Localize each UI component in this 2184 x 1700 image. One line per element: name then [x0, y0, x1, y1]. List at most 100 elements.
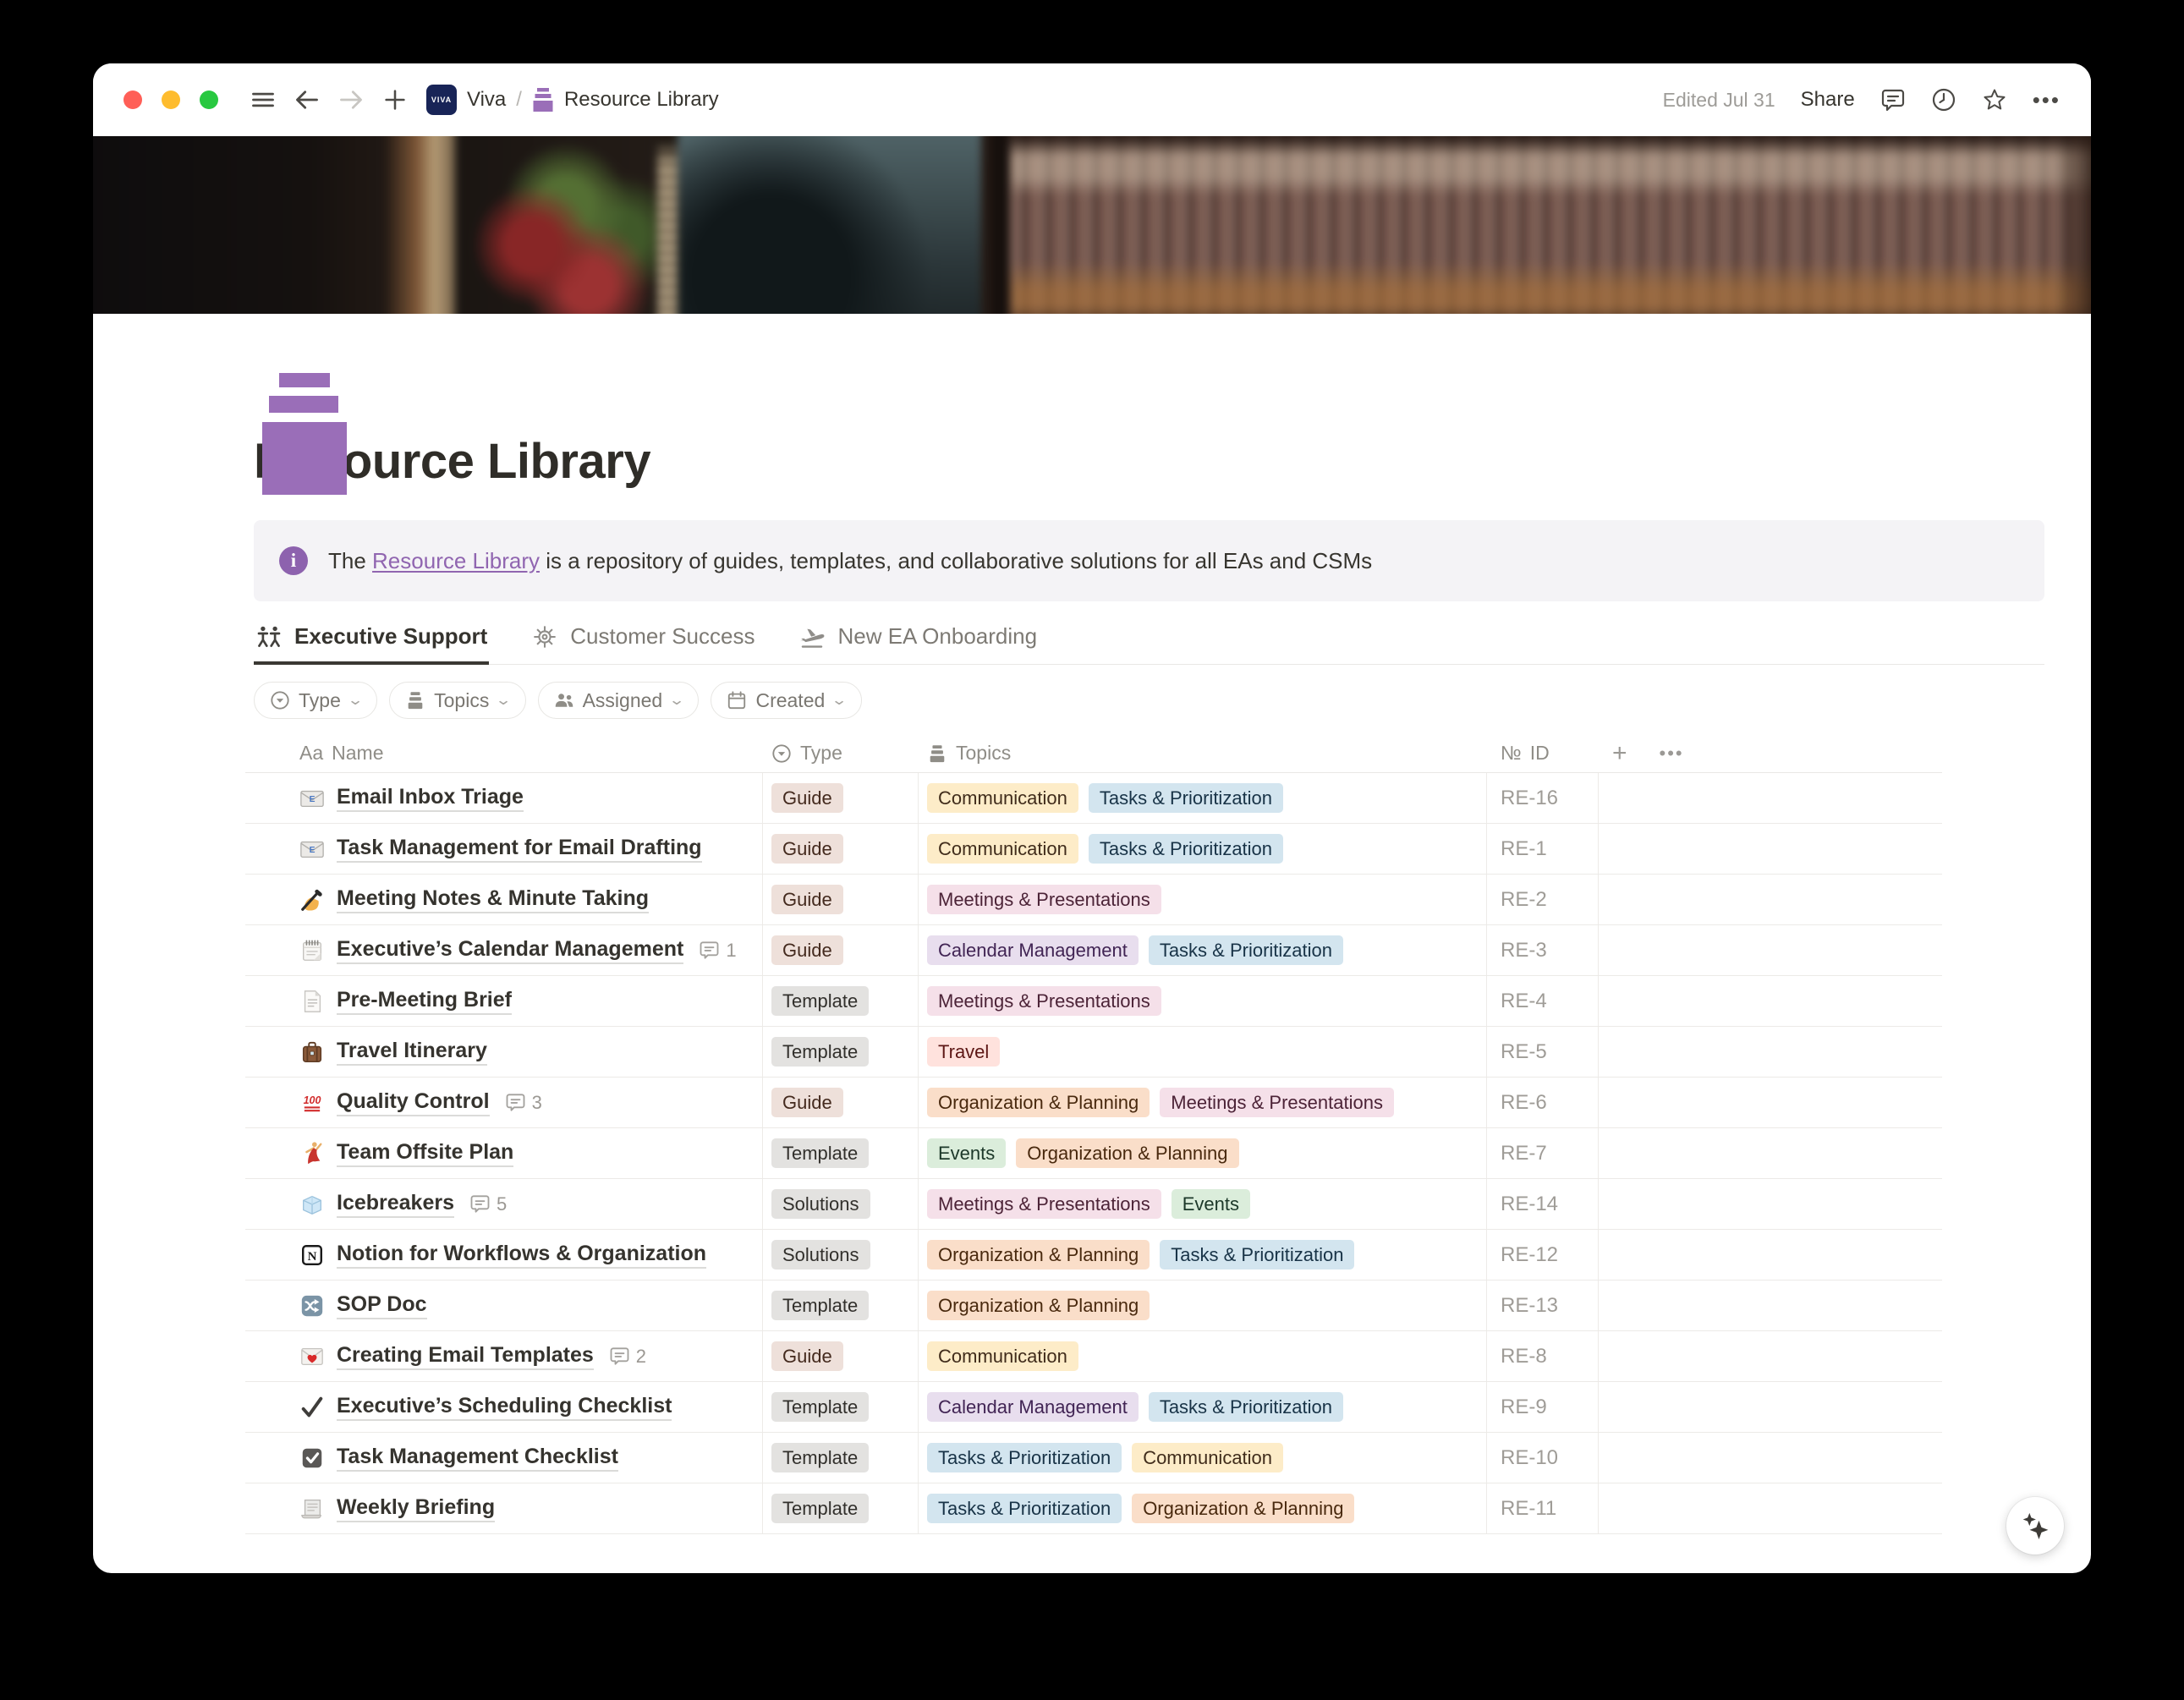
name-cell[interactable]: Task Management Checklist: [245, 1433, 763, 1483]
name-cell[interactable]: E Task Management for Email Drafting: [245, 824, 763, 874]
filter-assigned[interactable]: Assigned⌄: [538, 682, 700, 719]
topics-cell[interactable]: Tasks & PrioritizationOrganization & Pla…: [919, 1483, 1487, 1533]
name-cell[interactable]: Pre-Meeting Brief: [245, 976, 763, 1026]
breadcrumb-workspace[interactable]: Viva: [467, 88, 506, 112]
page-link[interactable]: Team Offsite Plan: [337, 1140, 513, 1167]
close-window-button[interactable]: [123, 90, 142, 109]
id-cell[interactable]: RE-3: [1487, 925, 1599, 975]
table-row[interactable]: Travel Itinerary Template Travel RE-5: [245, 1027, 1942, 1078]
page-link[interactable]: Pre-Meeting Brief: [337, 988, 512, 1015]
type-cell[interactable]: Guide: [763, 1331, 919, 1381]
name-cell[interactable]: Meeting Notes & Minute Taking: [245, 875, 763, 924]
type-cell[interactable]: Solutions: [763, 1179, 919, 1229]
ai-assistant-button[interactable]: [2006, 1497, 2064, 1555]
id-cell[interactable]: RE-9: [1487, 1382, 1599, 1432]
id-cell[interactable]: RE-10: [1487, 1433, 1599, 1483]
id-cell[interactable]: RE-6: [1487, 1078, 1599, 1127]
type-cell[interactable]: Template: [763, 1027, 919, 1077]
table-row[interactable]: 100 Quality Control 3 Guide Organization…: [245, 1078, 1942, 1128]
id-cell[interactable]: RE-13: [1487, 1280, 1599, 1330]
topics-cell[interactable]: Organization & PlanningTasks & Prioritiz…: [919, 1230, 1487, 1280]
name-cell[interactable]: Executive’s Scheduling Checklist: [245, 1382, 763, 1432]
table-row[interactable]: Creating Email Templates 2 Guide Communi…: [245, 1331, 1942, 1382]
column-header-name[interactable]: Aa Name: [245, 734, 763, 772]
page-link[interactable]: Executive’s Scheduling Checklist: [337, 1394, 672, 1421]
id-cell[interactable]: RE-12: [1487, 1230, 1599, 1280]
name-cell[interactable]: SOP Doc: [245, 1280, 763, 1330]
page-link[interactable]: Executive’s Calendar Management: [337, 937, 683, 964]
id-cell[interactable]: RE-1: [1487, 824, 1599, 874]
name-cell[interactable]: Travel Itinerary: [245, 1027, 763, 1077]
comment-count-badge[interactable]: 3: [505, 1092, 542, 1114]
name-cell[interactable]: Team Offsite Plan: [245, 1128, 763, 1178]
table-row[interactable]: SOP Doc Template Organization & Planning…: [245, 1280, 1942, 1331]
tab-customer-success[interactable]: Customer Success: [530, 615, 756, 665]
more-options-icon[interactable]: •••: [2033, 87, 2061, 113]
type-cell[interactable]: Template: [763, 976, 919, 1026]
type-cell[interactable]: Template: [763, 1433, 919, 1483]
breadcrumb-page[interactable]: Resource Library: [564, 88, 719, 112]
id-cell[interactable]: RE-11: [1487, 1483, 1599, 1533]
table-row[interactable]: Icebreakers 5 Solutions Meetings & Prese…: [245, 1179, 1942, 1230]
topics-cell[interactable]: EventsOrganization & Planning: [919, 1128, 1487, 1178]
name-cell[interactable]: Icebreakers 5: [245, 1179, 763, 1229]
column-header-topics[interactable]: Topics: [919, 734, 1487, 772]
topics-cell[interactable]: Meetings & Presentations: [919, 875, 1487, 924]
tab-new-ea-onboarding[interactable]: New EA Onboarding: [797, 615, 1039, 665]
page-link[interactable]: Creating Email Templates: [337, 1343, 594, 1370]
table-row[interactable]: Team Offsite Plan Template EventsOrganiz…: [245, 1128, 1942, 1179]
sidebar-menu-icon[interactable]: [250, 87, 276, 112]
page-link[interactable]: Notion for Workflows & Organization: [337, 1242, 706, 1269]
topics-cell[interactable]: CommunicationTasks & Prioritization: [919, 773, 1487, 823]
table-row[interactable]: Task Management Checklist Template Tasks…: [245, 1433, 1942, 1483]
new-tab-icon[interactable]: [382, 87, 408, 112]
favorite-star-icon[interactable]: [1982, 87, 2007, 112]
add-column-button[interactable]: +: [1612, 739, 1627, 768]
table-row[interactable]: Executive’s Calendar Management 1 Guide …: [245, 925, 1942, 976]
page-link[interactable]: Quality Control: [337, 1089, 490, 1116]
comments-icon[interactable]: [1880, 87, 1906, 112]
column-header-type[interactable]: Type: [763, 734, 919, 772]
name-cell[interactable]: Executive’s Calendar Management 1: [245, 925, 763, 975]
column-header-id[interactable]: № ID: [1487, 734, 1599, 772]
minimize-window-button[interactable]: [162, 90, 180, 109]
table-row[interactable]: Executive’s Scheduling Checklist Templat…: [245, 1382, 1942, 1433]
type-cell[interactable]: Guide: [763, 773, 919, 823]
topics-cell[interactable]: Meetings & PresentationsEvents: [919, 1179, 1487, 1229]
topics-cell[interactable]: Travel: [919, 1027, 1487, 1077]
share-button[interactable]: Share: [1801, 88, 1855, 112]
topics-cell[interactable]: Meetings & Presentations: [919, 976, 1487, 1026]
page-link[interactable]: Task Management for Email Drafting: [337, 836, 702, 863]
type-cell[interactable]: Guide: [763, 875, 919, 924]
type-cell[interactable]: Solutions: [763, 1230, 919, 1280]
page-link[interactable]: SOP Doc: [337, 1292, 427, 1319]
zoom-window-button[interactable]: [200, 90, 218, 109]
comment-count-badge[interactable]: 5: [469, 1193, 507, 1215]
type-cell[interactable]: Guide: [763, 824, 919, 874]
id-cell[interactable]: RE-8: [1487, 1331, 1599, 1381]
topics-cell[interactable]: Communication: [919, 1331, 1487, 1381]
filter-created[interactable]: Created⌄: [711, 682, 861, 719]
page-title[interactable]: Resource Library: [254, 433, 2044, 490]
id-cell[interactable]: RE-5: [1487, 1027, 1599, 1077]
name-cell[interactable]: N Notion for Workflows & Organization: [245, 1230, 763, 1280]
forward-arrow-icon[interactable]: [338, 87, 364, 112]
type-cell[interactable]: Template: [763, 1128, 919, 1178]
name-cell[interactable]: Weekly Briefing: [245, 1483, 763, 1533]
page-link[interactable]: Icebreakers: [337, 1191, 454, 1218]
page-icon-library[interactable]: [262, 373, 347, 498]
id-cell[interactable]: RE-2: [1487, 875, 1599, 924]
back-arrow-icon[interactable]: [294, 87, 320, 112]
topics-cell[interactable]: Calendar ManagementTasks & Prioritizatio…: [919, 925, 1487, 975]
page-link[interactable]: Weekly Briefing: [337, 1495, 495, 1522]
id-cell[interactable]: RE-14: [1487, 1179, 1599, 1229]
id-cell[interactable]: RE-7: [1487, 1128, 1599, 1178]
topics-cell[interactable]: Organization & Planning: [919, 1280, 1487, 1330]
page-link[interactable]: Task Management Checklist: [337, 1445, 618, 1472]
page-link[interactable]: Meeting Notes & Minute Taking: [337, 886, 649, 913]
type-cell[interactable]: Template: [763, 1382, 919, 1432]
table-row[interactable]: E Email Inbox Triage Guide Communication…: [245, 773, 1942, 824]
workspace-logo[interactable]: VIVA: [426, 85, 457, 115]
table-more-button[interactable]: •••: [1660, 743, 1684, 765]
name-cell[interactable]: E Email Inbox Triage: [245, 773, 763, 823]
